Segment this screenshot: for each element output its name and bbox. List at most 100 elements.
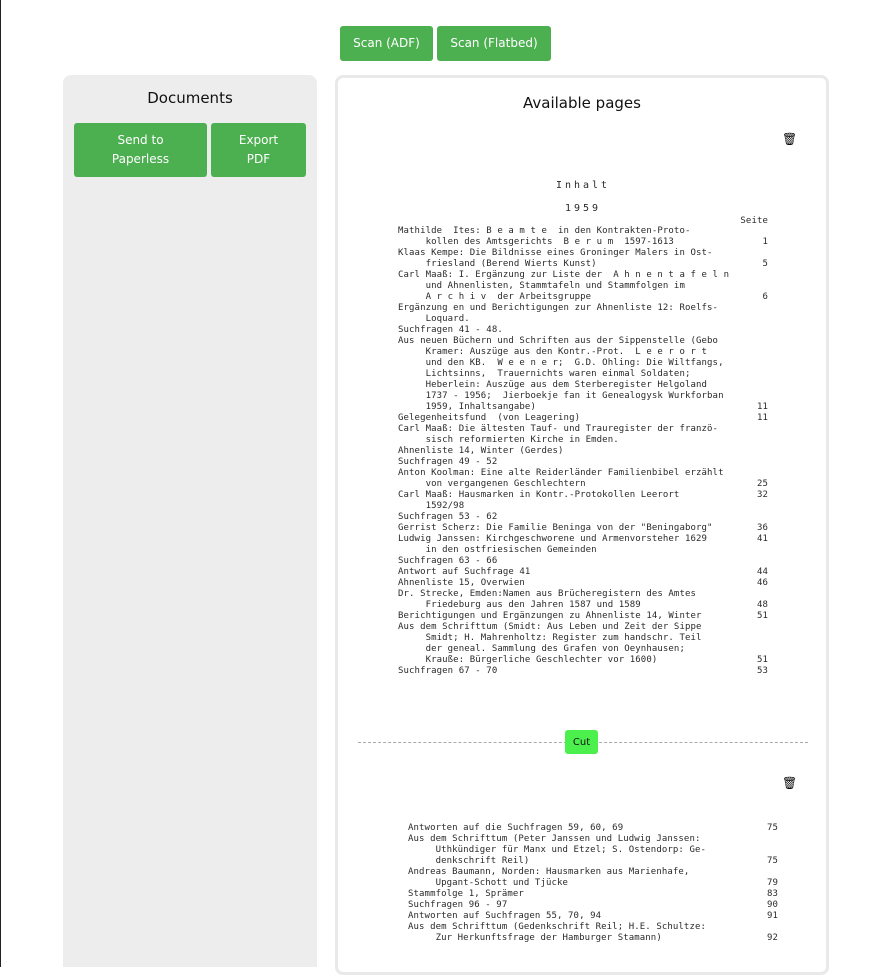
toc-row: 1959, Inhaltsangabe) 11	[398, 402, 768, 413]
toc-row: Aus dem Schrifttum (Smidt: Aus Leben und…	[398, 622, 768, 633]
toc-text: Gerrist Scherz: Die Familie Beninga von …	[398, 523, 713, 533]
toc-row: Mathilde Ites: B e a m t e in den Kontra…	[398, 226, 768, 237]
toc-page-number: 53	[756, 666, 768, 676]
toc-text: Suchfragen 49 - 52	[398, 457, 498, 467]
send-to-paperless-button[interactable]: Send to Paperless	[74, 123, 207, 177]
toc-row: Gelegenheitsfund (von Leagering) 11	[398, 413, 768, 424]
toc-page-number: 75	[766, 856, 778, 866]
toc-row: und Ahnenlisten, Stammtafeln und Stammfo…	[398, 281, 768, 292]
toc-text: Antworten auf Suchfragen 55, 70, 94	[408, 911, 602, 921]
page-thumbnail-1[interactable]: Inhalt 1959 Seite Mathilde Ites: B e a m…	[398, 168, 768, 677]
toc-text: Dr. Strecke, Emden:Namen aus Brücheregis…	[398, 589, 696, 599]
toc-text: friesland (Berend Wierts Kunst)	[398, 259, 597, 269]
toc-row: Suchfragen 53 - 62	[398, 512, 768, 523]
toc-row: sisch reformierten Kirche in Emden.	[398, 435, 768, 446]
toc-text: Suchfragen 96 - 97	[408, 900, 508, 910]
toc-text: Stammfolge 1, Sprämer	[408, 889, 524, 899]
toc-page-number: 51	[756, 611, 768, 621]
toc-page-number: 83	[766, 889, 778, 899]
cut-button[interactable]: Cut	[565, 730, 598, 754]
toc-row: Kramer: Auszüge aus den Kontr.-Prot. L e…	[398, 347, 768, 358]
toc-row: Uthkündiger für Manx und Etzel; S. Osten…	[408, 845, 778, 856]
toc-row: Berichtigungen und Ergänzungen zu Ahnenl…	[398, 611, 768, 622]
toc-text: Anton Koolman: Eine alte Reiderländer Fa…	[398, 468, 724, 478]
documents-panel: Documents Send to Paperless Export PDF	[63, 75, 317, 967]
toc-text: Antworten auf die Suchfragen 59, 60, 69	[408, 823, 624, 833]
toc-text: Smidt; H. Mahrenholtz: Register zum hand…	[398, 633, 702, 643]
toc-text: Mathilde Ites: B e a m t e in den Kontra…	[398, 226, 691, 236]
toc-row: Anton Koolman: Eine alte Reiderländer Fa…	[398, 468, 768, 479]
page-thumbnail-2[interactable]: Antworten auf die Suchfragen 59, 60, 69 7…	[408, 823, 778, 944]
toc-text: und Ahnenlisten, Stammtafeln und Stammfo…	[398, 281, 685, 291]
toc-row: Suchfragen 96 - 97 90	[408, 900, 778, 911]
toc-text: Carl Maaß: Die ältesten Tauf- und Traure…	[398, 424, 719, 434]
toc-text: Zur Herkunftsfrage der Hamburger Stamann…	[408, 933, 662, 943]
toc-page-number: 5	[762, 259, 768, 269]
toc-row: Ahnenliste 14, Winter (Gerdes)	[398, 446, 768, 457]
scan-adf-button[interactable]: Scan (ADF)	[340, 26, 433, 61]
toc-row: Ludwig Janssen: Kirchgeschworene und Arm…	[398, 534, 768, 545]
toc-text: Uthkündiger für Manx und Etzel; S. Osten…	[408, 845, 706, 855]
toc-page-number: 90	[766, 900, 778, 910]
toc-text: 1959, Inhaltsangabe)	[398, 402, 536, 412]
toc-text: Antwort auf Suchfrage 41	[398, 567, 531, 577]
toc-row: der geneal. Sammlung des Grafen von Oeyn…	[398, 644, 768, 655]
toc-row: Suchfragen 41 - 48.	[398, 325, 768, 336]
page-year: 1959	[564, 203, 602, 214]
toc-row: von vergangenen Geschlechtern 25	[398, 479, 768, 490]
toc-row: A r c h i v der Arbeitsgruppe 6	[398, 292, 768, 303]
toc-text: Ahnenliste 15, Overwien	[398, 578, 525, 588]
toc-text: 1592/98	[398, 501, 465, 511]
scan-flatbed-button[interactable]: Scan (Flatbed)	[437, 26, 551, 61]
toc-page-number: 48	[756, 600, 768, 610]
toc-text: Aus dem Schrifttum (Gedenkschrift Reil; …	[408, 922, 706, 932]
toc-row: Antworten auf Suchfragen 55, 70, 94 91	[408, 911, 778, 922]
toc-row: Friedeburg aus den Jahren 1587 und 1589 4…	[398, 600, 768, 611]
toc-text: Krauße: Bürgerliche Geschlechter vor 160…	[398, 655, 658, 665]
toc-text: und den KB. W e e n e r; G.D. Ohling: Di…	[398, 358, 724, 368]
toc-row: Suchfragen 67 - 70 53	[398, 666, 768, 677]
trash-icon[interactable]: 🗑	[782, 776, 797, 790]
toc-page-number: 1	[762, 237, 768, 247]
toc-page-number: 41	[756, 534, 768, 544]
toc-page-number: 25	[756, 479, 768, 489]
toc-row: Krauße: Bürgerliche Geschlechter vor 160…	[398, 655, 768, 666]
toc-row: Zur Herkunftsfrage der Hamburger Stamann…	[408, 933, 778, 944]
toc-row: Dr. Strecke, Emden:Namen aus Brücheregis…	[398, 589, 768, 600]
toc-row: Antworten auf die Suchfragen 59, 60, 69 7…	[408, 823, 778, 834]
toc-row: denkschrift Reil) 75	[408, 856, 778, 867]
toc-text: Upgant-Schott und Tjücke	[408, 878, 569, 888]
toc-text: A r c h i v der Arbeitsgruppe	[398, 292, 592, 302]
toc-page-number: 79	[766, 878, 778, 888]
toc-row: in den ostfriesischen Gemeinden	[398, 545, 768, 556]
toc-page-number: 11	[756, 413, 768, 423]
toc-page-number: 36	[756, 523, 768, 533]
toc-text: kollen des Amtsgerichts B e r u m 1597-1…	[398, 237, 674, 247]
toc-text: Kramer: Auszüge aus den Kontr.-Prot. L e…	[398, 347, 708, 357]
toc-text: Aus dem Schrifttum (Peter Janssen und Lu…	[408, 834, 701, 844]
page-seite: Seite	[740, 216, 768, 226]
available-pages-title: Available pages	[523, 94, 641, 112]
toc-row: Carl Maaß: Hausmarken in Kontr.-Protokol…	[398, 490, 768, 501]
toc-list: Mathilde Ites: B e a m t e in den Kontra…	[398, 226, 768, 677]
toc-row: Carl Maaß: I. Ergänzung zur Liste der A …	[398, 270, 768, 281]
toc-row: Stammfolge 1, Sprämer 83	[408, 889, 778, 900]
toc-text: Aus dem Schrifttum (Smidt: Aus Leben und…	[398, 622, 702, 632]
toc-row: 1592/98	[398, 501, 768, 512]
trash-icon[interactable]: 🗑	[782, 132, 797, 146]
export-pdf-button[interactable]: Export PDF	[211, 123, 306, 177]
toc-row: Suchfragen 49 - 52	[398, 457, 768, 468]
toc-page-number: 6	[762, 292, 768, 302]
toc-text: denkschrift Reil)	[408, 856, 530, 866]
toc-row: 1737 - 1956; Jierboekje fan it Genealogy…	[398, 391, 768, 402]
toc-row: Suchfragen 63 - 66	[398, 556, 768, 567]
toc-row: Upgant-Schott und Tjücke 79	[408, 878, 778, 889]
toc-row: kollen des Amtsgerichts B e r u m 1597-1…	[398, 237, 768, 248]
available-pages-panel[interactable]: Available pages 🗑 Inhalt 1959 Seite Math…	[335, 75, 829, 975]
toc-text: Ahnenliste 14, Winter (Gerdes)	[398, 446, 564, 456]
toc-row: Loquard.	[398, 314, 768, 325]
toc-text: der geneal. Sammlung des Grafen von Oeyn…	[398, 644, 685, 654]
toc-text: Aus neuen Büchern und Schriften aus der …	[398, 336, 719, 346]
toc-row: Aus dem Schrifttum (Gedenkschrift Reil; …	[408, 922, 778, 933]
toc-page-number: 92	[766, 933, 778, 943]
